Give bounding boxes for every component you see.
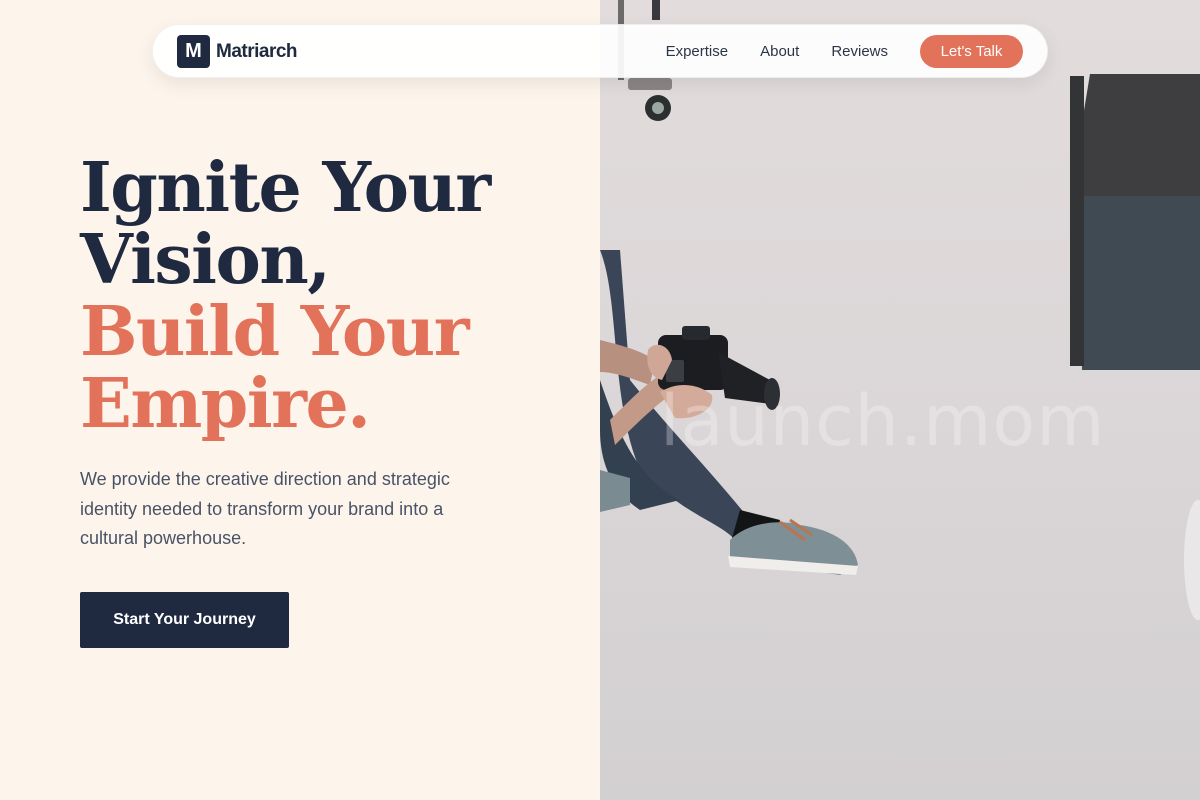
nav-link-reviews[interactable]: Reviews	[831, 43, 888, 60]
hero-subcopy: We provide the creative direction and st…	[80, 469, 450, 548]
nav-links: Expertise About Reviews Let's Talk	[666, 35, 1023, 68]
headline-line-1: Ignite Your	[80, 148, 491, 228]
logo-mark-icon: M	[177, 35, 210, 68]
photo-watermark: launch.mom	[660, 380, 1106, 462]
brand-name: Matriarch	[216, 40, 298, 62]
top-navbar: M Matriarch Expertise About Reviews Let'…	[152, 24, 1048, 78]
nav-link-expertise[interactable]: Expertise	[666, 43, 729, 60]
headline-accent-line-2: Empire.	[80, 364, 371, 444]
start-journey-button[interactable]: Start Your Journey	[80, 592, 289, 648]
brand-logo[interactable]: M Matriarch	[177, 35, 298, 68]
hero-section: Ignite Your Vision, Build Your Empire. W…	[0, 0, 600, 800]
hero-photo: launch.mom	[600, 0, 1200, 800]
nav-link-about[interactable]: About	[760, 43, 799, 60]
headline-line-2: Vision,	[80, 220, 331, 300]
lets-talk-button[interactable]: Let's Talk	[920, 35, 1023, 68]
headline-accent-line-1: Build Your	[80, 292, 470, 372]
hero-headline: Ignite Your Vision, Build Your Empire.	[80, 152, 580, 440]
